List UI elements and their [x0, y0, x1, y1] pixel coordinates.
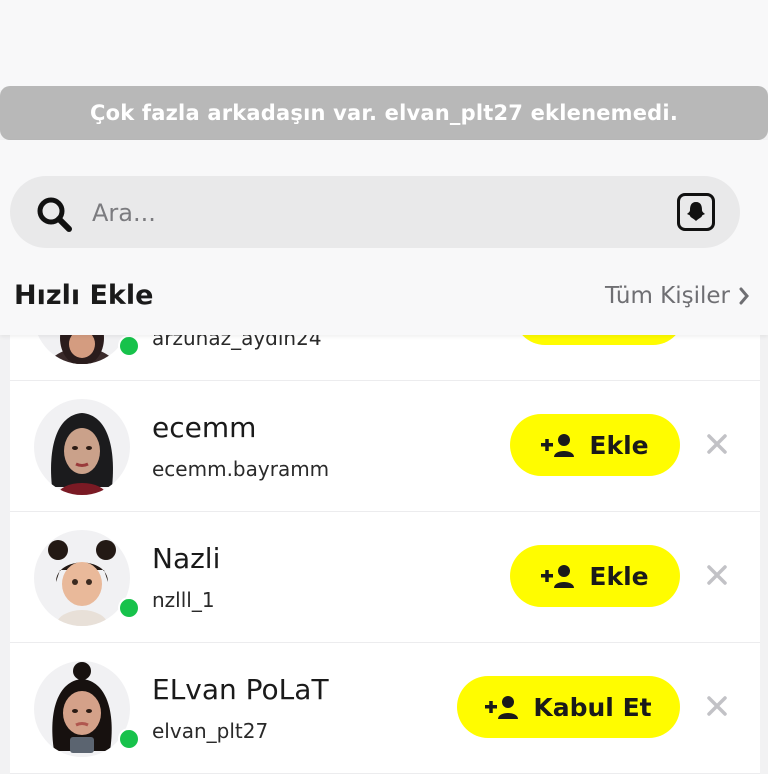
avatar[interactable]	[34, 661, 130, 757]
search-input[interactable]	[90, 192, 654, 234]
add-friend-icon	[485, 696, 519, 719]
avatar[interactable]	[34, 399, 130, 495]
list-item: Nazli nzlll_1 Ekle	[10, 512, 760, 643]
friend-username: nzlll_1	[152, 588, 215, 612]
all-contacts-link[interactable]: Tüm Kişiler	[605, 283, 750, 309]
add-friend-icon	[541, 434, 575, 457]
close-icon[interactable]	[704, 562, 730, 588]
error-toast: Çok fazla arkadaşın var. elvan_plt27 ekl…	[0, 86, 768, 140]
add-friend-button[interactable]: Ekle	[510, 545, 680, 607]
all-contacts-label: Tüm Kişiler	[604, 283, 730, 309]
toast-message: Çok fazla arkadaşın var. elvan_plt27 ekl…	[90, 101, 678, 125]
chevron-right-icon	[739, 287, 749, 305]
accept-friend-button[interactable]: Kabul Et	[457, 676, 680, 738]
quick-add-title: Hızlı Ekle	[14, 280, 154, 311]
friend-name: ecemm	[152, 411, 257, 444]
top-bar	[0, 0, 768, 90]
close-icon[interactable]	[704, 693, 730, 719]
online-status-dot	[118, 728, 140, 750]
list-item: ELvan PoLaT elvan_plt27 Kabul Et	[10, 643, 760, 774]
close-icon[interactable]	[704, 431, 730, 457]
header: Hızlı Ekle Tüm Kişiler	[0, 140, 768, 335]
friend-name: ELvan PoLaT	[152, 673, 329, 706]
search-bar[interactable]	[10, 176, 740, 248]
add-friend-button[interactable]: Ekle	[510, 414, 680, 476]
accept-button-label: Kabul Et	[533, 692, 652, 722]
friend-username: ecemm.bayramm	[152, 457, 330, 481]
online-status-dot	[118, 335, 140, 357]
list-item: ecemm ecemm.bayramm Ekle	[10, 381, 760, 512]
add-button-label: Ekle	[589, 430, 649, 460]
search-icon	[37, 197, 72, 232]
online-status-dot	[118, 597, 140, 619]
avatar[interactable]	[34, 530, 130, 626]
add-friend-icon	[541, 565, 575, 588]
friend-name: Nazli	[152, 542, 221, 575]
friend-username: elvan_plt27	[152, 719, 269, 743]
add-button-label: Ekle	[589, 561, 649, 591]
ghost-icon[interactable]	[677, 193, 715, 231]
